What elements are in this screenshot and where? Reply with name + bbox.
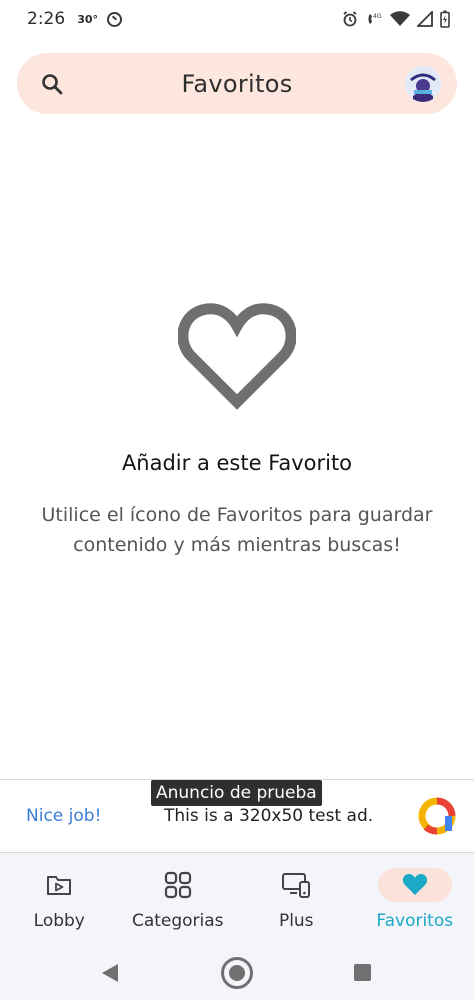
nav-item-lobby[interactable]: Lobby (0, 853, 119, 945)
bottom-navigation: Lobby Categorias Plus Favoritos (0, 853, 474, 945)
ad-test-label: Anuncio de prueba (151, 780, 322, 806)
status-time: 2:26 (27, 9, 66, 29)
svg-text:4G: 4G (373, 13, 382, 20)
avatar-image (405, 66, 441, 102)
battery-icon (440, 10, 450, 28)
nav-label-favoritos: Favoritos (376, 911, 454, 931)
status-temperature: 30° (77, 12, 98, 26)
nav-icon-container-active (377, 868, 452, 902)
nav-icon-container (141, 868, 215, 902)
wifi-icon (390, 11, 410, 26)
home-icon[interactable] (221, 957, 253, 989)
search-icon[interactable] (40, 72, 64, 96)
devices-icon (282, 873, 311, 898)
avatar[interactable] (405, 66, 441, 102)
ad-body-text[interactable]: This is a 320x50 test ad. (164, 806, 373, 826)
empty-state-description: Utilice el ícono de Favoritos para guard… (41, 504, 433, 556)
status-bar: 2:26 30° 4G (0, 0, 474, 38)
heart-icon (402, 874, 427, 895)
signal-icon (417, 11, 433, 27)
empty-state-title: Añadir a este Favorito (121, 451, 353, 475)
admob-logo-icon (418, 797, 456, 835)
nav-item-favoritos[interactable]: Favoritos (356, 853, 474, 945)
back-icon[interactable] (101, 963, 119, 983)
heart-outline-icon (178, 303, 296, 410)
folder-play-icon (47, 876, 72, 895)
nav-label-plus: Plus (278, 911, 314, 931)
volte-4g-icon: 4G (368, 13, 382, 24)
page-title: Favoritos (181, 69, 293, 98)
top-app-bar: Favoritos (17, 53, 457, 114)
recents-icon[interactable] (354, 964, 371, 981)
nav-icon-container (22, 868, 96, 902)
nav-item-categorias[interactable]: Categorias (119, 853, 238, 945)
nav-label-categorias: Categorias (131, 911, 224, 931)
system-navigation-bar (0, 945, 474, 1000)
nav-item-plus[interactable]: Plus (237, 853, 356, 945)
status-icons: 4G (342, 10, 450, 28)
grid-icon (164, 871, 191, 899)
ad-headline[interactable]: Nice job! (26, 806, 101, 826)
data-saver-icon (107, 11, 122, 27)
alarm-icon (343, 11, 357, 27)
nav-icon-container (259, 868, 333, 902)
nav-label-lobby: Lobby (33, 911, 85, 931)
